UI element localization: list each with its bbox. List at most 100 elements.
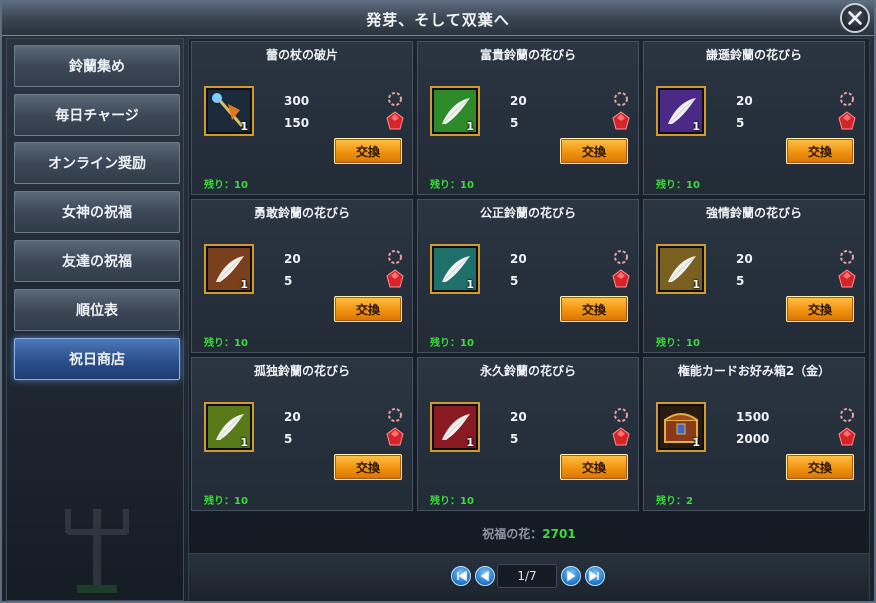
item-slot[interactable]: 1 xyxy=(430,86,480,136)
petal-wreath-icon xyxy=(614,408,628,422)
gem-cost: 5 xyxy=(284,432,293,446)
sidebar-item-goddess-blessing[interactable]: 女神の祝福 xyxy=(14,191,180,233)
red-gem-icon xyxy=(386,427,404,446)
item-title: 孤独鈴蘭の花びら xyxy=(253,364,350,378)
remaining-count: 残り：10 xyxy=(656,338,700,349)
item-title: 公正鈴蘭の花びら xyxy=(479,206,576,220)
petal-cost: 20 xyxy=(510,252,527,266)
shop-item-card-2: 富貴鈴蘭の花びら 1 20 5 交換 残り：10 xyxy=(417,41,639,195)
item-title: 強情鈴蘭の花びら xyxy=(705,206,802,220)
petal-wreath-icon xyxy=(840,250,854,264)
blessing-flower-value: 2701 xyxy=(542,527,576,541)
gem-cost: 150 xyxy=(284,116,310,130)
exchange-button[interactable]: 交換 xyxy=(786,454,854,480)
exchange-button[interactable]: 交換 xyxy=(786,138,854,164)
prev-page-button[interactable] xyxy=(475,566,495,586)
gem-cost: 5 xyxy=(736,274,745,288)
item-quantity: 1 xyxy=(692,436,700,449)
remaining-count: 残り：10 xyxy=(204,338,248,349)
item-title: 謙遜鈴蘭の花びら xyxy=(705,48,802,62)
red-gem-icon xyxy=(386,269,404,288)
chevron-left-icon xyxy=(480,570,489,582)
blessing-flower-total: 祝福の花：2701 xyxy=(189,525,869,542)
red-gem-icon xyxy=(386,111,404,130)
exchange-button[interactable]: 交換 xyxy=(786,296,854,322)
remaining-count: 残り：10 xyxy=(430,496,474,507)
exchange-button[interactable]: 交換 xyxy=(334,296,402,322)
exchange-button[interactable]: 交換 xyxy=(560,296,628,322)
shop-item-card-3: 謙遜鈴蘭の花びら 1 20 5 交換 残り：10 xyxy=(643,41,865,195)
red-gem-icon xyxy=(838,111,856,130)
red-gem-icon xyxy=(612,269,630,288)
red-gem-icon xyxy=(612,111,630,130)
gem-cost: 5 xyxy=(736,116,745,130)
item-slot[interactable]: 1 xyxy=(656,86,706,136)
exchange-button[interactable]: 交換 xyxy=(560,454,628,480)
item-title: 永久鈴蘭の花びら xyxy=(479,364,576,378)
item-slot[interactable]: 1 xyxy=(656,244,706,294)
remaining-count: 残り：10 xyxy=(656,180,700,191)
red-gem-icon xyxy=(838,269,856,288)
petal-cost: 20 xyxy=(736,252,753,266)
item-quantity: 1 xyxy=(692,120,700,133)
item-title: 勇敢鈴蘭の花びら xyxy=(253,206,350,220)
candelabra-decoration xyxy=(65,509,129,593)
item-quantity: 1 xyxy=(466,436,474,449)
item-slot[interactable]: 1 xyxy=(204,402,254,452)
remaining-count: 残り：10 xyxy=(430,338,474,349)
remaining-count: 残り：10 xyxy=(204,496,248,507)
last-page-button[interactable] xyxy=(585,566,605,586)
remaining-count: 残り：10 xyxy=(204,180,248,191)
remaining-count: 残り：10 xyxy=(430,180,474,191)
first-page-button[interactable] xyxy=(451,566,471,586)
shop-item-card-8: 永久鈴蘭の花びら 1 20 5 交換 残り：10 xyxy=(417,357,639,511)
shop-item-card-5: 公正鈴蘭の花びら 1 20 5 交換 残り：10 xyxy=(417,199,639,353)
item-slot[interactable]: 1 xyxy=(204,86,254,136)
petal-cost: 300 xyxy=(284,94,310,108)
petal-wreath-icon xyxy=(614,92,628,106)
blessing-flower-label: 祝福の花： xyxy=(482,527,543,541)
skip-forward-icon xyxy=(589,570,599,582)
sidebar-item-friend-blessing[interactable]: 友達の祝福 xyxy=(14,240,180,282)
sidebar: 鈴蘭集め 毎日チャージ オンライン奨励 女神の祝福 友達の祝福 順位表 祝日商店 xyxy=(6,38,184,601)
petal-wreath-icon xyxy=(388,408,402,422)
item-slot[interactable]: 1 xyxy=(430,402,480,452)
shop-item-card-6: 強情鈴蘭の花びら 1 20 5 交換 残り：10 xyxy=(643,199,865,353)
window-title: 発芽、そして双葉へ xyxy=(366,11,510,29)
item-title: 富貴鈴蘭の花びら xyxy=(479,48,576,62)
petal-wreath-icon xyxy=(840,408,854,422)
sidebar-item-online-reward[interactable]: オンライン奨励 xyxy=(14,142,180,184)
sidebar-item-ranking[interactable]: 順位表 xyxy=(14,289,180,331)
gem-cost: 5 xyxy=(284,274,293,288)
petal-wreath-icon xyxy=(614,250,628,264)
gem-cost: 2000 xyxy=(736,432,770,446)
item-quantity: 1 xyxy=(240,436,248,449)
petal-wreath-icon xyxy=(388,92,402,106)
petal-cost: 1500 xyxy=(736,410,770,424)
red-gem-icon xyxy=(612,427,630,446)
item-quantity: 1 xyxy=(466,278,474,291)
item-slot[interactable]: 1 xyxy=(656,402,706,452)
chevron-right-icon xyxy=(567,570,576,582)
petal-cost: 20 xyxy=(284,410,301,424)
red-gem-icon xyxy=(838,427,856,446)
petal-cost: 20 xyxy=(284,252,301,266)
item-slot[interactable]: 1 xyxy=(204,244,254,294)
skip-back-icon xyxy=(457,570,467,582)
close-button[interactable] xyxy=(840,3,870,33)
next-page-button[interactable] xyxy=(561,566,581,586)
sidebar-item-holiday-shop[interactable]: 祝日商店 xyxy=(14,338,180,380)
shop-item-card-9: 権能カードお好み箱2（金） 1 1500 2000 交換 残り：2 xyxy=(643,357,865,511)
sidebar-item-lily-collect[interactable]: 鈴蘭集め xyxy=(14,45,180,87)
pagination-bar: 1/7 xyxy=(189,553,869,601)
petal-cost: 20 xyxy=(736,94,753,108)
item-quantity: 1 xyxy=(466,120,474,133)
exchange-button[interactable]: 交換 xyxy=(334,138,402,164)
shop-panel: 蕾の杖の破片 1 300 150 交換 残り：10 富貴鈴蘭の花びら 1 20 … xyxy=(188,38,870,601)
exchange-button[interactable]: 交換 xyxy=(560,138,628,164)
item-slot[interactable]: 1 xyxy=(430,244,480,294)
sidebar-item-daily-charge[interactable]: 毎日チャージ xyxy=(14,94,180,136)
petal-cost: 20 xyxy=(510,94,527,108)
shop-item-card-1: 蕾の杖の破片 1 300 150 交換 残り：10 xyxy=(191,41,413,195)
exchange-button[interactable]: 交換 xyxy=(334,454,402,480)
